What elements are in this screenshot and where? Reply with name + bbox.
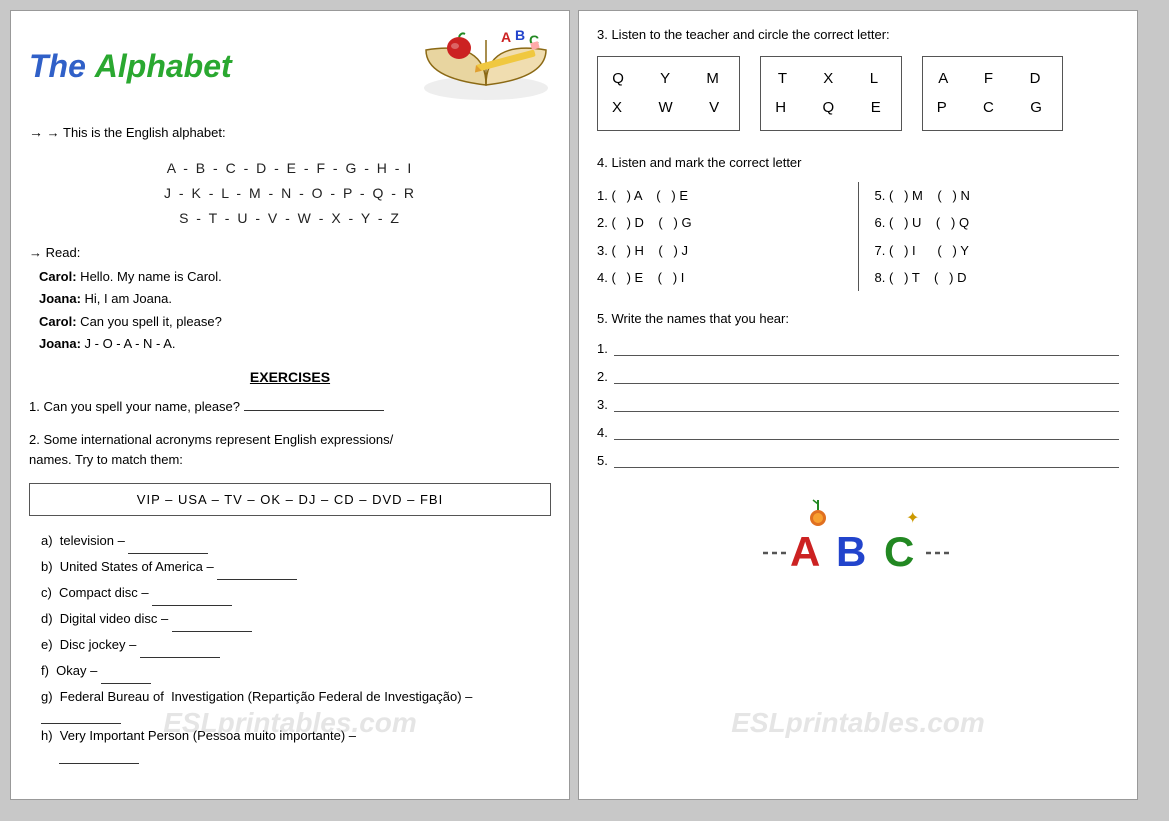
match-blank-d[interactable]: [172, 618, 252, 632]
ex5-title: 5. Write the names that you hear:: [597, 311, 1119, 326]
bottom-illustration: A B C ✦: [597, 498, 1119, 588]
dialogue-line-1: Carol: Hello. My name is Carol.: [39, 266, 551, 288]
match-blank-a[interactable]: [128, 540, 208, 554]
match-item-h: h) Very Important Person (Pessoa muito i…: [41, 724, 551, 771]
title-text: The Alphabet: [29, 49, 232, 84]
title-alphabet: Alphabet: [95, 48, 232, 84]
intro-text: → → This is the English alphabet:: [29, 121, 551, 144]
exercises-title: EXERCISES: [29, 369, 551, 385]
match-item-f: f) Okay –: [41, 658, 551, 684]
exercise-1: 1. Can you spell your name, please?: [29, 397, 551, 418]
match-item-d: d) Digital video disc –: [41, 606, 551, 632]
match-blank-c[interactable]: [152, 592, 232, 606]
match-list: a) television – b) United States of Amer…: [29, 528, 551, 771]
match-item-a: a) television –: [41, 528, 551, 554]
ex4-row-3: 3. ( ) H ( ) J: [597, 237, 842, 264]
letter-boxes-row: Q Y MX W V T X LH Q E A F DP C G: [597, 56, 1119, 131]
ex4-row-8: 8. ( ) T ( ) D: [875, 264, 1120, 291]
ex4-left-col: 1. ( ) A ( ) E 2. ( ) D ( ) G 3. ( ) H (…: [597, 182, 859, 291]
match-blank-h[interactable]: [59, 750, 139, 764]
letter-box-1: Q Y MX W V: [597, 56, 740, 131]
ex3-title: 3. Listen to the teacher and circle the …: [597, 27, 1119, 42]
abc-illustration: A B C: [421, 27, 551, 107]
svg-text:B: B: [836, 528, 866, 575]
dialogue-line-4: Joana: J - O - A - N - A.: [39, 333, 551, 355]
alphabet-row-2: J - K - L - M - N - O - P - Q - R: [29, 181, 551, 206]
write-line-4: 4.: [597, 424, 1119, 440]
left-panel: The Alphabet A B C: [10, 10, 570, 800]
ex4-row-5: 5. ( ) M ( ) N: [875, 182, 1120, 209]
match-blank-b[interactable]: [217, 566, 297, 580]
match-item-c: c) Compact disc –: [41, 580, 551, 606]
svg-text:A: A: [501, 30, 511, 45]
match-item-e: e) Disc jockey –: [41, 632, 551, 658]
write-line-3: 3.: [597, 396, 1119, 412]
write-blank-3[interactable]: [614, 396, 1119, 412]
ex4-row-4: 4. ( ) E ( ) I: [597, 264, 842, 291]
svg-text:B: B: [515, 30, 525, 43]
ex4-row-7: 7. ( ) I ( ) Y: [875, 237, 1120, 264]
ex4-row-6: 6. ( ) U ( ) Q: [875, 209, 1120, 236]
write-blank-4[interactable]: [614, 424, 1119, 440]
ex4-row-2: 2. ( ) D ( ) G: [597, 209, 842, 236]
alphabet-display: A - B - C - D - E - F - G - H - I J - K …: [29, 156, 551, 232]
ex1-blank[interactable]: [244, 397, 384, 411]
dialogue: Carol: Hello. My name is Carol. Joana: H…: [29, 266, 551, 354]
dialogue-line-2: Joana: Hi, I am Joana.: [39, 288, 551, 310]
exercise-2: 2. Some international acronyms represent…: [29, 430, 551, 472]
write-line-5: 5.: [597, 452, 1119, 468]
right-watermark: ESLprintables.com: [731, 707, 985, 739]
ex4-title: 4. Listen and mark the correct letter: [597, 155, 1119, 170]
letter-box-3: A F DP C G: [922, 56, 1063, 131]
match-blank-g[interactable]: [41, 710, 121, 724]
write-line-2: 2.: [597, 368, 1119, 384]
read-label: → Read:: [29, 245, 551, 260]
alphabet-row-1: A - B - C - D - E - F - G - H - I: [29, 156, 551, 181]
dialogue-line-3: Carol: Can you spell it, please?: [39, 311, 551, 333]
match-item-b: b) United States of America –: [41, 554, 551, 580]
title-block: The Alphabet: [29, 49, 232, 84]
read-section: → Read: Carol: Hello. My name is Carol. …: [29, 245, 551, 354]
match-blank-f[interactable]: [101, 670, 151, 684]
ex4-right-col: 5. ( ) M ( ) N 6. ( ) U ( ) Q 7. ( ) I (…: [859, 182, 1120, 291]
exercise4-grid: 1. ( ) A ( ) E 2. ( ) D ( ) G 3. ( ) H (…: [597, 182, 1119, 291]
acronym-box: VIP – USA – TV – OK – DJ – CD – DVD – FB…: [29, 483, 551, 516]
page-container: The Alphabet A B C: [0, 0, 1169, 821]
write-lines: 1. 2. 3. 4. 5.: [597, 340, 1119, 468]
alphabet-row-3: S - T - U - V - W - X - Y - Z: [29, 206, 551, 231]
title-the: The: [29, 48, 86, 84]
write-blank-2[interactable]: [614, 368, 1119, 384]
svg-text:✦: ✦: [906, 510, 919, 527]
match-blank-e[interactable]: [140, 644, 220, 658]
write-line-1: 1.: [597, 340, 1119, 356]
ex4-row-1: 1. ( ) A ( ) E: [597, 182, 842, 209]
title-area: The Alphabet A B C: [29, 27, 551, 107]
match-item-g: g) Federal Bureau of Investigation (Repa…: [41, 684, 551, 724]
letter-box-2: T X LH Q E: [760, 56, 902, 131]
right-panel: 3. Listen to the teacher and circle the …: [578, 10, 1138, 800]
write-blank-5[interactable]: [614, 452, 1119, 468]
svg-text:A: A: [790, 528, 820, 575]
write-blank-1[interactable]: [614, 340, 1119, 356]
svg-text:C: C: [884, 528, 914, 575]
